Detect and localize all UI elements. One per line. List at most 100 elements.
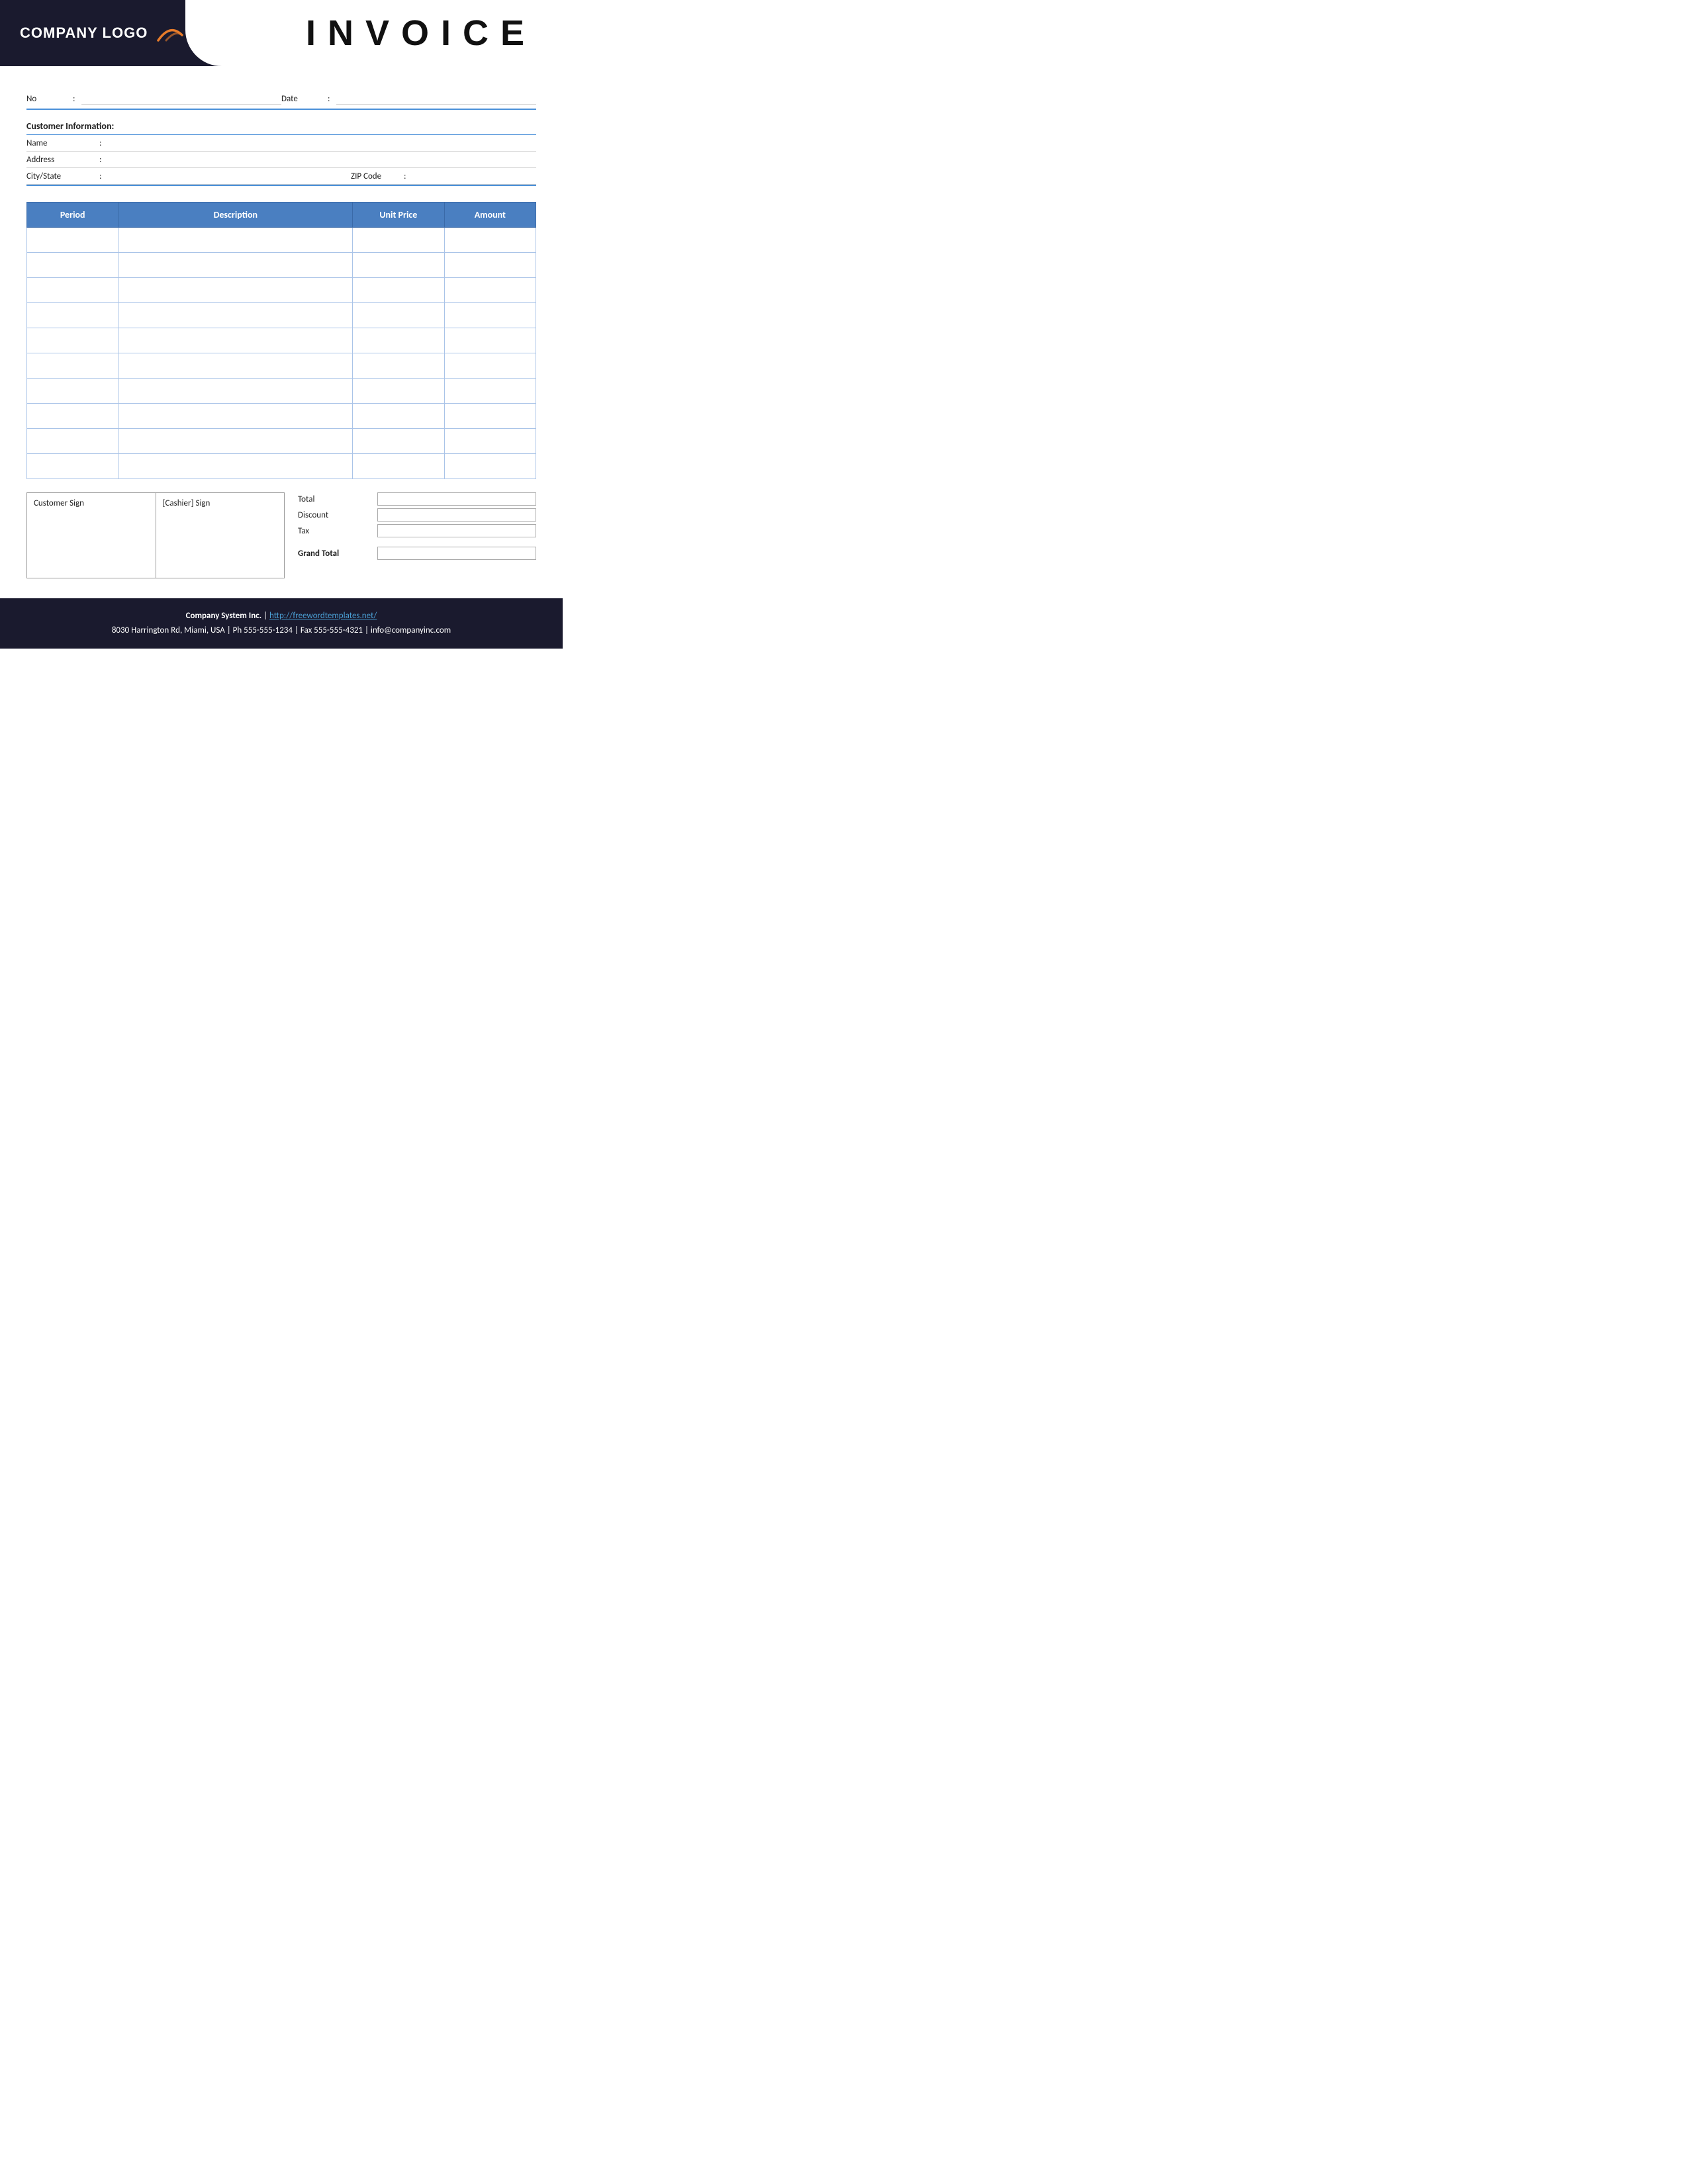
cell-description (118, 278, 353, 303)
cell-amount (444, 253, 536, 278)
totals-section: Total Discount Tax Grand Total (298, 492, 536, 563)
cell-amount (444, 429, 536, 454)
cell-description (118, 228, 353, 253)
cell-period (27, 303, 118, 328)
table-row (27, 404, 536, 429)
cell-period (27, 278, 118, 303)
table-body (27, 228, 536, 479)
cell-amount (444, 303, 536, 328)
footer-website[interactable]: http://freewordtemplates.net/ (269, 611, 377, 621)
logo-arc-icon (157, 26, 182, 40)
cell-amount (444, 454, 536, 479)
header-divider (185, 0, 222, 66)
cell-unit_price (353, 278, 444, 303)
tax-label: Tax (298, 526, 377, 536)
cell-description (118, 379, 353, 404)
cashier-sign-label: [Cashier] Sign (163, 498, 278, 508)
no-colon: : (73, 94, 75, 104)
table-row (27, 278, 536, 303)
footer-line2: 8030 Harrington Rd, Miami, USA | Ph 555-… (13, 623, 549, 638)
page-content: No : Date : Customer Information: Name :… (0, 66, 563, 578)
invoice-date-field: Date : (281, 93, 536, 105)
table-row (27, 379, 536, 404)
address-label: Address (26, 155, 99, 165)
table-row (27, 328, 536, 353)
cell-unit_price (353, 253, 444, 278)
cell-period (27, 429, 118, 454)
col-period: Period (27, 203, 118, 228)
customer-sign-box: Customer Sign (27, 493, 156, 578)
cell-description (118, 303, 353, 328)
discount-row: Discount (298, 508, 536, 522)
customer-sign-label: Customer Sign (34, 498, 149, 508)
cell-description (118, 454, 353, 479)
company-logo: COMPANY LOGO (20, 24, 182, 42)
table-row (27, 303, 536, 328)
cell-amount (444, 278, 536, 303)
tax-value (377, 524, 536, 537)
cell-description (118, 429, 353, 454)
col-description: Description (118, 203, 353, 228)
cell-period (27, 404, 118, 429)
no-value (81, 93, 281, 105)
table-row (27, 429, 536, 454)
footer-company: Company System Inc. (186, 611, 262, 621)
table-row (27, 353, 536, 379)
logo-area: COMPANY LOGO (0, 0, 185, 66)
cell-amount (444, 404, 536, 429)
address-value (108, 154, 536, 165)
invoice-meta-row: No : Date : (26, 93, 536, 110)
total-value (377, 492, 536, 506)
cell-unit_price (353, 303, 444, 328)
cell-period (27, 328, 118, 353)
discount-label: Discount (298, 510, 377, 520)
zip-colon: : (404, 171, 406, 181)
customer-city-row: City/State : ZIP Code : (26, 168, 536, 185)
address-colon: : (99, 155, 101, 165)
cell-amount (444, 328, 536, 353)
zip-value (412, 171, 536, 181)
city-value (108, 171, 351, 181)
name-label: Name (26, 138, 99, 148)
cell-amount (444, 379, 536, 404)
customer-section-title: Customer Information: (26, 120, 536, 135)
cell-amount (444, 228, 536, 253)
invoice-title: INVOICE (306, 13, 536, 54)
cell-period (27, 353, 118, 379)
table-row (27, 253, 536, 278)
discount-value (377, 508, 536, 522)
invoice-no-field: No : (26, 93, 281, 105)
date-colon: : (328, 94, 330, 104)
grand-total-value (377, 547, 536, 560)
footer-line1: Company System Inc. | http://freewordtem… (13, 609, 549, 623)
no-label: No (26, 94, 66, 104)
col-unit-price: Unit Price (353, 203, 444, 228)
cell-period (27, 253, 118, 278)
total-label: Total (298, 494, 377, 504)
cell-description (118, 353, 353, 379)
cell-unit_price (353, 328, 444, 353)
zip-field: ZIP Code : (351, 171, 536, 181)
cell-period (27, 379, 118, 404)
city-colon: : (99, 171, 101, 181)
cell-description (118, 328, 353, 353)
cell-unit_price (353, 454, 444, 479)
logo-label: COMPANY LOGO (20, 24, 148, 42)
grand-total-row: Grand Total (298, 547, 536, 560)
table-header: Period Description Unit Price Amount (27, 203, 536, 228)
cell-period (27, 454, 118, 479)
name-colon: : (99, 138, 101, 148)
page-header: COMPANY LOGO INVOICE (0, 0, 563, 66)
tax-row: Tax (298, 524, 536, 537)
cell-period (27, 228, 118, 253)
cell-unit_price (353, 353, 444, 379)
table-row (27, 228, 536, 253)
cell-description (118, 404, 353, 429)
cell-unit_price (353, 429, 444, 454)
table-row (27, 454, 536, 479)
customer-section: Customer Information: Name : Address : C… (26, 120, 536, 186)
col-amount: Amount (444, 203, 536, 228)
cell-unit_price (353, 379, 444, 404)
date-label: Date (281, 94, 321, 104)
cashier-sign-box: [Cashier] Sign (156, 493, 285, 578)
